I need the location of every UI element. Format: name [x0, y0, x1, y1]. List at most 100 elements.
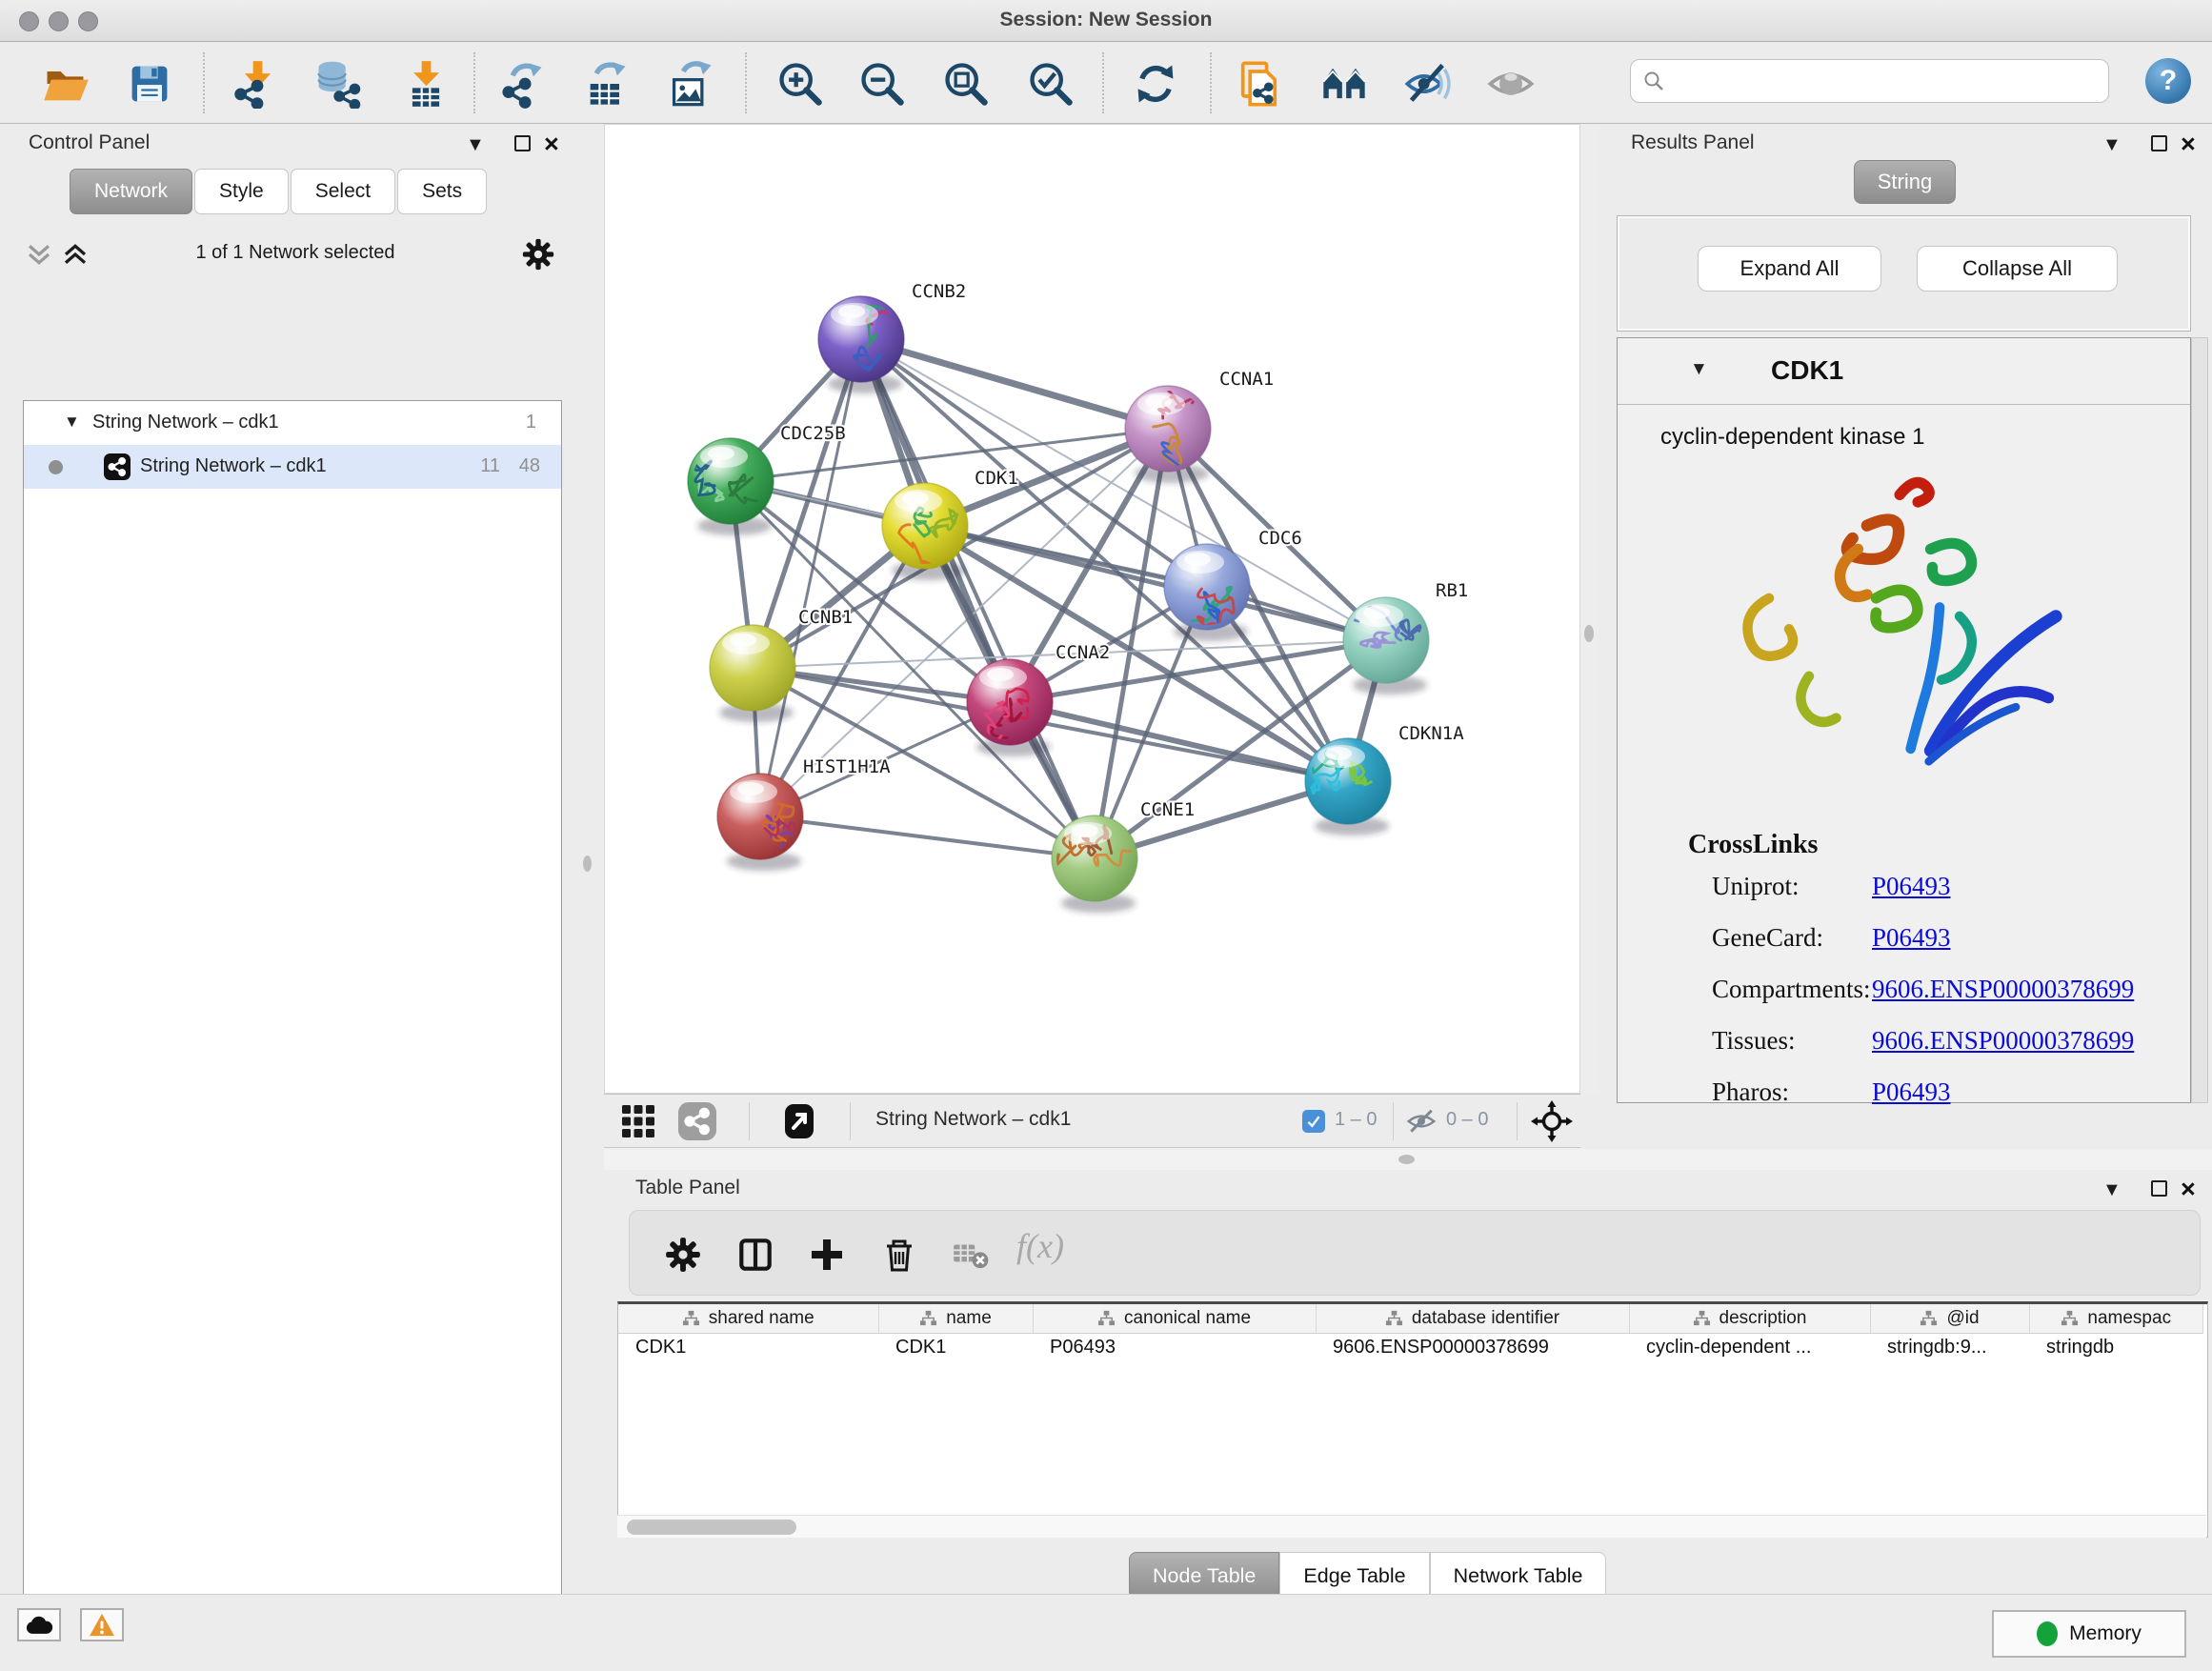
window-titlebar[interactable]: Session: New Session [0, 0, 2212, 42]
panel-menu-icon[interactable]: ▼ [466, 135, 485, 154]
expand-all-button[interactable]: Expand All [1698, 246, 1881, 292]
gene-entry-header[interactable]: ▼ CDK1 [1618, 338, 2190, 405]
delete-column-trash-icon[interactable] [877, 1233, 921, 1277]
import-table-file-button[interactable] [398, 56, 453, 111]
open-session-button[interactable] [38, 56, 93, 111]
node-label-CCNA2: CCNA2 [1056, 642, 1110, 663]
network-node-CDK1[interactable] [882, 483, 968, 580]
tab-select[interactable]: Select [291, 169, 395, 214]
network-row-selected[interactable]: String Network – cdk1 11 48 [24, 445, 561, 489]
show-hide-graphics-button[interactable] [1400, 56, 1456, 111]
export-image-button[interactable] [664, 56, 719, 111]
network-node-CCNA1[interactable] [1125, 386, 1232, 487]
tab-node-table[interactable]: Node Table [1129, 1552, 1279, 1600]
crosslink-label: Tissues: [1712, 1026, 1796, 1056]
collapse-entry-icon[interactable]: ▼ [1690, 359, 1708, 380]
network-node-CDC25B[interactable] [688, 438, 774, 535]
column-header-@id[interactable]: @id [1870, 1304, 2029, 1333]
search-input[interactable] [1665, 70, 2084, 92]
hidden-eye-slash-icon[interactable] [1406, 1106, 1437, 1141]
zoom-selected-button[interactable] [1023, 56, 1078, 111]
float-panel-icon[interactable] [2151, 135, 2167, 151]
splitter-grip[interactable] [1584, 625, 1594, 642]
splitter-grip[interactable] [583, 856, 592, 872]
export-table-button[interactable] [579, 56, 634, 111]
function-builder-icon[interactable]: f(x) [1018, 1224, 1062, 1268]
tree-expand-icon[interactable]: ▼ [64, 413, 80, 432]
delete-table-icon[interactable] [949, 1233, 993, 1277]
tab-network-table[interactable]: Network Table [1430, 1552, 1607, 1600]
table-horizontal-scrollbar[interactable] [617, 1515, 2206, 1538]
results-scrollbar[interactable] [2191, 337, 2208, 1103]
expand-all-trees-button[interactable] [61, 240, 90, 273]
crosslink-link[interactable]: P06493 [1872, 1077, 1951, 1107]
zoom-in-icon [775, 59, 825, 109]
level-of-detail-button[interactable] [1483, 56, 1538, 111]
scrollbar-thumb[interactable] [627, 1520, 796, 1535]
network-node-HIST1H1A[interactable] [717, 774, 813, 871]
export-network-button[interactable] [495, 56, 551, 111]
crosslink-link[interactable]: 9606.ENSP00000378699 [1872, 975, 2134, 1004]
birdseye-view-icon[interactable] [780, 1102, 818, 1145]
show-columns-icon[interactable] [734, 1233, 777, 1277]
zoom-out-button[interactable] [855, 56, 910, 111]
import-network-file-button[interactable] [230, 56, 285, 111]
gene-name: CDK1 [1771, 355, 1843, 386]
collapse-all-button[interactable]: Collapse All [1917, 246, 2118, 292]
float-panel-icon[interactable] [514, 135, 531, 151]
panel-menu-icon[interactable]: ▼ [2102, 1180, 2122, 1199]
column-header-namespac[interactable]: namespac [2029, 1304, 2203, 1333]
tab-style[interactable]: Style [194, 169, 289, 214]
close-panel-icon[interactable]: × [2181, 1178, 2196, 1199]
zoom-fit-button[interactable] [938, 56, 994, 111]
crosslink-label: Uniprot: [1712, 872, 1800, 901]
column-header-canonical-name[interactable]: canonical name [1033, 1304, 1316, 1333]
network-node-CCNB1[interactable] [710, 625, 795, 722]
zoom-in-button[interactable] [773, 56, 828, 111]
cloud-services-button[interactable] [17, 1608, 61, 1641]
table-row[interactable]: CDK1CDK1P064939606.ENSP00000378699cyclin… [618, 1333, 2203, 1361]
selected-checkbox[interactable] [1302, 1110, 1325, 1133]
crosslink-link[interactable]: P06493 [1872, 872, 1951, 901]
save-session-button[interactable] [122, 56, 177, 111]
tab-string[interactable]: String [1854, 160, 1956, 204]
table-options-gear-icon[interactable] [661, 1233, 705, 1277]
network-node-CCNA2[interactable] [967, 659, 1053, 756]
network-collection-row[interactable]: ▼ String Network – cdk1 1 [24, 401, 561, 445]
node-label-CDC6: CDC6 [1258, 528, 1302, 549]
clipboard-session-button[interactable] [1232, 56, 1287, 111]
splitter-grip[interactable] [1398, 1155, 1415, 1164]
create-column-plus-icon[interactable] [805, 1233, 849, 1277]
network-node-CDC6[interactable] [1164, 544, 1250, 649]
warnings-button[interactable] [80, 1608, 124, 1641]
column-header-name[interactable]: name [878, 1304, 1033, 1333]
network-node-CDKN1A[interactable] [1296, 738, 1391, 836]
fit-selected-crosshair-icon[interactable] [1531, 1100, 1573, 1147]
refresh-view-button[interactable] [1128, 56, 1183, 111]
grid-view-icon[interactable] [619, 1102, 657, 1145]
network-node-CCNE1[interactable] [1052, 807, 1142, 913]
tab-edge-table[interactable]: Edge Table [1279, 1552, 1429, 1600]
column-header-database-identifier[interactable]: database identifier [1316, 1304, 1629, 1333]
import-network-database-button[interactable] [310, 56, 365, 111]
network-node-RB1[interactable] [1343, 596, 1429, 695]
network-share-view-icon[interactable] [678, 1102, 716, 1145]
tab-network[interactable]: Network [70, 169, 192, 214]
search-window-button[interactable] [1317, 56, 1372, 111]
crosslink-link[interactable]: P06493 [1872, 923, 1951, 953]
tab-sets[interactable]: Sets [397, 169, 487, 214]
network-view-canvas[interactable]: CCNB2CCNA1CDC25BCDK1CDC6RB1CCNB1CCNA2CDK… [604, 124, 1580, 1094]
memory-button[interactable]: Memory [1992, 1610, 2186, 1658]
column-header-description[interactable]: description [1629, 1304, 1870, 1333]
float-panel-icon[interactable] [2151, 1180, 2167, 1197]
crosslink-link[interactable]: 9606.ENSP00000378699 [1872, 1026, 2134, 1056]
collapse-all-trees-button[interactable] [25, 240, 53, 273]
results-controls-box: Expand All Collapse All [1617, 215, 2191, 332]
panel-menu-icon[interactable]: ▼ [2102, 135, 2122, 154]
close-panel-icon[interactable]: × [544, 133, 559, 154]
help-button[interactable]: ? [2145, 58, 2191, 104]
column-header-shared-name[interactable]: shared name [618, 1304, 878, 1333]
network-options-gear-icon[interactable] [520, 236, 556, 277]
close-panel-icon[interactable]: × [2181, 133, 2196, 154]
toolbar-search[interactable] [1630, 59, 2109, 103]
